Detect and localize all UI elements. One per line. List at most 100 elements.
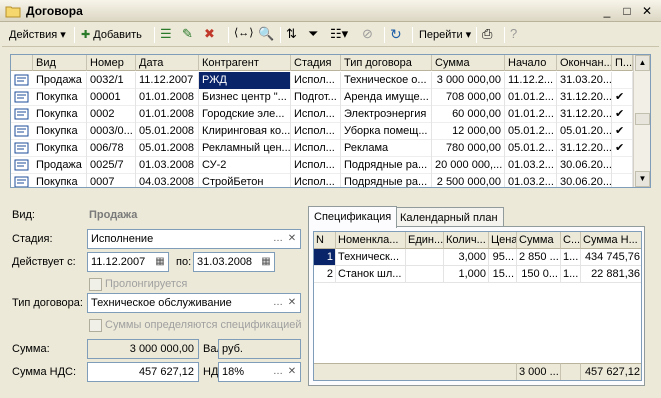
actions-menu-button[interactable]: Действия ▾ (6, 25, 69, 45)
table-cell-number[interactable]: 0002 (87, 106, 136, 123)
contracts-table[interactable]: Вид Номер Дата Контрагент Стадия Тип дог… (10, 54, 651, 188)
column-header[interactable]: С... (561, 232, 581, 249)
table-cell-date[interactable]: 01.01.2008 (136, 106, 199, 123)
table-cell-date[interactable]: 11.12.2007 (136, 72, 199, 89)
spec-cell-sum[interactable]: 150 0... (517, 266, 561, 283)
table-cell-stage[interactable]: Испол... (291, 106, 341, 123)
table-cell-p[interactable]: ✔ (612, 123, 633, 140)
spec-cell-n[interactable]: 1 (314, 249, 336, 266)
copy-row-icon[interactable]: ☰ (160, 26, 178, 44)
table-cell-kind[interactable]: Продажа (33, 72, 87, 89)
table-cell-kind[interactable]: Покупка (33, 89, 87, 106)
vertical-scrollbar[interactable]: ▲ ▼ (633, 55, 650, 187)
table-cell-type[interactable]: Электроэнергия (341, 106, 432, 123)
spec-sums-checkbox[interactable] (89, 319, 102, 332)
scroll-thumb[interactable] (635, 113, 650, 125)
table-cell-sum[interactable]: 3 000 000,00 (432, 72, 505, 89)
table-cell-p[interactable]: ✔ (612, 89, 633, 106)
specification-table[interactable]: N Номенкла... Един... Колич... Цена Сумм… (313, 231, 642, 381)
select-dots-icon[interactable]: … (271, 231, 285, 247)
column-header[interactable]: Цена (489, 232, 517, 249)
clear-icon[interactable]: ✕ (285, 231, 299, 247)
table-cell-stage[interactable]: Испол... (291, 140, 341, 157)
table-cell-end[interactable]: 30.06.20... (557, 157, 612, 174)
column-header[interactable]: Сумма Н... (581, 232, 641, 249)
edit-row-icon[interactable]: ✎ (182, 26, 200, 44)
goto-menu-button[interactable]: Перейти ▾ (416, 25, 474, 45)
table-cell-counterparty[interactable]: СУ-2 (199, 157, 291, 174)
column-header[interactable]: Дата (136, 55, 199, 71)
spec-cell-item[interactable]: Станок шл... (336, 266, 406, 283)
table-cell-date[interactable]: 04.03.2008 (136, 174, 199, 187)
print-icon[interactable]: ⎙ (482, 26, 500, 44)
table-cell-date[interactable]: 05.01.2008 (136, 123, 199, 140)
table-cell-end[interactable]: 31.12.20... (557, 89, 612, 106)
scroll-up-icon[interactable]: ▲ (635, 55, 650, 71)
sum-field[interactable]: 3 000 000,00 (87, 339, 199, 359)
prolong-checkbox[interactable] (89, 278, 102, 291)
table-cell-kind[interactable]: Продажа (33, 157, 87, 174)
table-cell-start[interactable]: 05.01.2... (505, 140, 557, 157)
table-cell-sum[interactable]: 20 000 000,... (432, 157, 505, 174)
table-cell-type[interactable]: Подрядные ра... (341, 174, 432, 187)
table-cell-stage[interactable]: Испол... (291, 174, 341, 187)
valid-to-field[interactable]: 31.03.2008 ▦ (193, 252, 275, 272)
table-cell-counterparty[interactable]: Рекламный цен... (199, 140, 291, 157)
table-cell-sum[interactable]: 60 000,00 (432, 106, 505, 123)
refresh-icon[interactable]: ↻ (390, 26, 408, 44)
spec-cell-vat[interactable]: 22 881,36 (581, 266, 641, 283)
table-cell-counterparty[interactable]: Городские эле... (199, 106, 291, 123)
table-cell-counterparty[interactable]: СтройБетон (199, 174, 291, 187)
table-cell-end[interactable]: 30.06.20... (557, 174, 612, 187)
table-cell-type[interactable]: Реклама (341, 140, 432, 157)
currency-field[interactable]: руб. (218, 339, 301, 359)
tab-calendar-plan[interactable]: Календарный план (394, 207, 504, 227)
spec-cell-unit[interactable] (406, 249, 444, 266)
table-cell-stage[interactable]: Подгот... (291, 89, 341, 106)
spec-cell-unit[interactable] (406, 266, 444, 283)
scroll-down-icon[interactable]: ▼ (635, 171, 650, 187)
close-button[interactable]: ✕ (639, 4, 655, 18)
spec-cell-s[interactable]: 1... (561, 249, 581, 266)
spec-cell-item[interactable]: Техническ... (336, 249, 406, 266)
table-cell-stage[interactable]: Испол... (291, 123, 341, 140)
table-cell-sum[interactable]: 12 000,00 (432, 123, 505, 140)
table-cell-number[interactable]: 00001 (87, 89, 136, 106)
table-cell-start[interactable]: 11.12.2... (505, 72, 557, 89)
add-button[interactable]: ✚ Добавить (78, 25, 145, 45)
minimize-button[interactable]: _ (599, 4, 615, 18)
clear-filter-icon[interactable]: ⊘ (362, 26, 380, 44)
table-cell-kind[interactable]: Покупка (33, 174, 87, 187)
table-cell-start[interactable]: 01.01.2... (505, 106, 557, 123)
spec-cell-price[interactable]: 95... (489, 249, 517, 266)
table-cell-stage[interactable]: Испол... (291, 72, 341, 89)
table-cell-kind[interactable]: Покупка (33, 106, 87, 123)
table-cell-stage[interactable]: Испол... (291, 157, 341, 174)
table-cell-date[interactable]: 01.01.2008 (136, 89, 199, 106)
column-header[interactable]: Колич... (444, 232, 489, 249)
spec-cell-n[interactable]: 2 (314, 266, 336, 283)
column-header[interactable]: Сумма (517, 232, 561, 249)
spec-cell-sum[interactable]: 2 850 ... (517, 249, 561, 266)
table-cell-date[interactable]: 05.01.2008 (136, 140, 199, 157)
table-cell-number[interactable]: 0032/1 (87, 72, 136, 89)
table-cell-kind[interactable]: Покупка (33, 140, 87, 157)
column-header[interactable]: Номенкла... (336, 232, 406, 249)
spec-cell-s[interactable]: 1... (561, 266, 581, 283)
vat-sum-field[interactable]: 457 627,12 (87, 362, 199, 382)
column-header[interactable]: Начало (505, 55, 557, 71)
table-cell-start[interactable]: 01.03.2... (505, 174, 557, 187)
table-cell-sum[interactable]: 2 500 000,00 (432, 174, 505, 187)
table-cell-number[interactable]: 0003/0... (87, 123, 136, 140)
table-row[interactable]: Покупка 00001 01.01.2008 Бизнес центр "... П… (11, 89, 633, 106)
table-cell-type[interactable]: Аренда имуще... (341, 89, 432, 106)
column-header[interactable]: Вид (33, 55, 87, 71)
table-cell-counterparty[interactable]: Бизнес центр "... (199, 89, 291, 106)
table-row[interactable]: Продажа 0025/7 01.03.2008 СУ-2 Испол... Подря… (11, 157, 633, 174)
help-icon[interactable]: ? (510, 26, 528, 44)
table-cell-start[interactable]: 01.03.2... (505, 157, 557, 174)
table-row[interactable]: Покупка 0007 04.03.2008 СтройБетон Испол... П… (11, 174, 633, 187)
spec-cell-qty[interactable]: 3,000 (444, 249, 489, 266)
table-row[interactable]: Покупка 0002 01.01.2008 Городские эле... Исп… (11, 106, 633, 123)
table-cell-sum[interactable]: 708 000,00 (432, 89, 505, 106)
